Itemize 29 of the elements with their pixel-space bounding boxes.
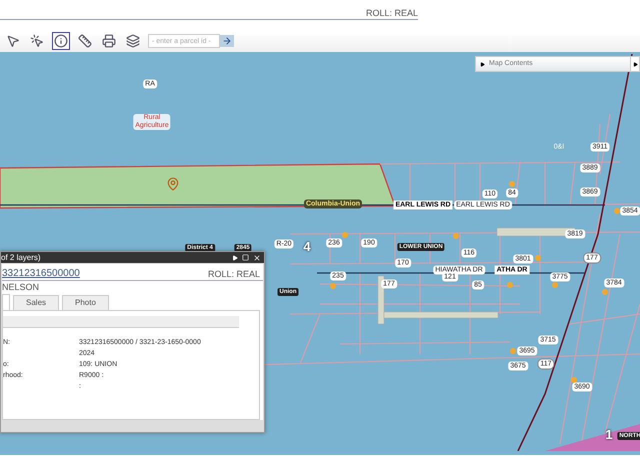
- pointer-icon: [6, 34, 20, 48]
- tool-button[interactable]: [100, 32, 118, 50]
- map-label: 4: [303, 240, 311, 254]
- owner-name: NELSON: [2, 281, 40, 293]
- info-icon: [54, 34, 68, 48]
- ruler-icon: [78, 34, 92, 48]
- maximize-icon: [242, 254, 249, 261]
- roll-label: ROLL: REAL: [208, 269, 260, 280]
- next-icon: [232, 254, 238, 260]
- tab[interactable]: Photo: [62, 295, 109, 311]
- expand-icon: [480, 62, 485, 66]
- parcel-link[interactable]: 33212316500000: [2, 268, 80, 280]
- map-pin-icon: [166, 177, 180, 191]
- go-button[interactable]: [220, 35, 234, 47]
- close-icon: [253, 254, 261, 262]
- tool-button[interactable]: [76, 32, 94, 50]
- tab[interactable]: Sales: [13, 295, 60, 311]
- layers-icon: [126, 34, 140, 48]
- map-label: 1: [605, 428, 613, 442]
- pointer-click-icon: [30, 34, 44, 48]
- tool-button[interactable]: [28, 32, 46, 50]
- printer-icon: [102, 34, 116, 48]
- expand-icon: [632, 62, 638, 66]
- tool-button[interactable]: [52, 32, 70, 50]
- popup-title: of 2 layers): [1, 252, 41, 262]
- panel-toggle-button[interactable]: [630, 56, 640, 72]
- roll-label: ROLL: REAL: [366, 8, 418, 18]
- tool-button[interactable]: [124, 32, 142, 50]
- arrow-icon: [222, 36, 232, 46]
